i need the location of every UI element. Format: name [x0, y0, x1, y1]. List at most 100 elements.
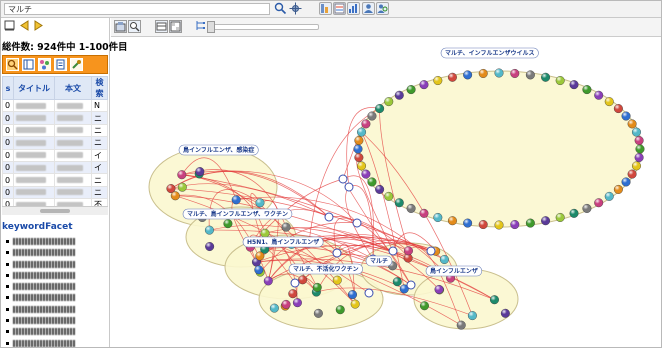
graph-node[interactable]	[406, 85, 416, 95]
back-icon[interactable]	[19, 20, 30, 31]
graph-node[interactable]	[357, 161, 367, 171]
network-graph-svg[interactable]: マルチ、インフルエンザウイルス鳥インフルエンザ、感染症マルチ、鳥インフルエンザ、…	[111, 37, 661, 347]
graph-node[interactable]	[447, 216, 457, 226]
graph-node[interactable]	[223, 219, 233, 229]
graph-node[interactable]	[354, 135, 364, 145]
column-header-body[interactable]: 本文	[54, 76, 92, 100]
graph-node[interactable]	[269, 303, 279, 313]
graph-node[interactable]	[332, 275, 342, 285]
chart-icon[interactable]	[347, 2, 360, 15]
graph-node[interactable]	[255, 251, 265, 261]
graph-node[interactable]	[434, 284, 444, 294]
facet-item[interactable]	[6, 270, 75, 281]
graph-node[interactable]	[613, 104, 623, 114]
graph-node[interactable]	[634, 135, 644, 145]
search-tool-icon[interactable]	[6, 58, 19, 71]
graph-node[interactable]	[313, 308, 323, 318]
facet-item-label[interactable]	[13, 249, 75, 257]
graph-node[interactable]	[403, 246, 413, 256]
connector-node[interactable]	[338, 174, 348, 184]
graph-node[interactable]	[541, 216, 551, 226]
graph-node[interactable]	[525, 70, 535, 80]
search-icon[interactable]	[274, 2, 287, 15]
graph-node[interactable]	[357, 127, 367, 137]
graph-node[interactable]	[439, 255, 449, 265]
graph-node[interactable]	[494, 68, 504, 78]
network-tool-icon[interactable]	[38, 58, 51, 71]
graph-node[interactable]	[621, 177, 631, 187]
connector-node[interactable]	[290, 278, 300, 288]
graph-node[interactable]	[419, 208, 429, 218]
facet-item[interactable]	[6, 236, 75, 247]
graph-node[interactable]	[478, 68, 488, 78]
connector-node[interactable]	[324, 212, 334, 222]
graph-node[interactable]	[350, 299, 360, 309]
graph-node[interactable]	[260, 228, 270, 238]
graph-node[interactable]	[604, 191, 614, 201]
graph-node[interactable]	[467, 311, 477, 321]
table-row[interactable]: 0ニ	[2, 111, 108, 125]
facet-item[interactable]	[6, 315, 75, 326]
graph-node[interactable]	[582, 85, 592, 95]
table-row[interactable]: 0ニ	[2, 173, 108, 187]
graph-node[interactable]	[621, 111, 631, 121]
graph-node[interactable]	[433, 76, 443, 86]
table-row[interactable]: 0ニ	[2, 136, 108, 150]
network-icon[interactable]	[155, 20, 168, 33]
graph-node[interactable]	[205, 242, 215, 252]
graph-node[interactable]	[604, 97, 614, 107]
graph-node[interactable]	[281, 222, 291, 232]
facet-item-label[interactable]	[13, 294, 75, 302]
connector-node[interactable]	[344, 182, 354, 192]
graph-node[interactable]	[361, 169, 371, 179]
column-header-title[interactable]: タイトル	[13, 76, 55, 100]
network-graph[interactable]: マルチ、インフルエンザウイルス 鳥インフルエンザ、感染症 マルチ、鳥インフルエンザ、…	[111, 37, 661, 347]
layout-icon[interactable]	[114, 20, 127, 33]
graph-node[interactable]	[361, 119, 371, 129]
graph-node[interactable]	[627, 169, 637, 179]
graph-node[interactable]	[463, 70, 473, 80]
graph-node[interactable]	[375, 104, 385, 114]
graph-node[interactable]	[367, 177, 377, 187]
graph-node[interactable]	[292, 298, 302, 308]
connector-node[interactable]	[406, 280, 416, 290]
facet-item[interactable]	[6, 281, 75, 292]
table-row[interactable]: 0N	[2, 98, 108, 113]
forward-icon[interactable]	[33, 20, 44, 31]
column-header-s[interactable]: s	[2, 76, 14, 100]
document-tool-icon[interactable]	[54, 58, 67, 71]
facet-item-label[interactable]	[13, 339, 75, 347]
graph-node[interactable]	[419, 80, 429, 90]
facet-item[interactable]	[6, 247, 75, 258]
graph-node[interactable]	[281, 299, 291, 309]
graph-node[interactable]	[541, 72, 551, 82]
zoom-slider-track[interactable]	[207, 24, 319, 30]
graph-node[interactable]	[433, 212, 443, 222]
graph-node[interactable]	[634, 153, 644, 163]
graph-node[interactable]	[594, 90, 604, 100]
graph-node[interactable]	[353, 144, 363, 154]
graph-node[interactable]	[298, 275, 308, 285]
table-icon[interactable]	[169, 20, 182, 33]
graph-node[interactable]	[582, 203, 592, 213]
zoom-icon[interactable]	[128, 20, 141, 33]
graph-node[interactable]	[195, 167, 205, 177]
graph-node[interactable]	[384, 191, 394, 201]
table-row[interactable]: 0ニ	[2, 123, 108, 138]
column-header-search[interactable]: 検索	[91, 76, 108, 100]
graph-node[interactable]	[406, 203, 416, 213]
facet-item-label[interactable]	[13, 260, 75, 268]
graph-node[interactable]	[555, 76, 565, 86]
facet-item-label[interactable]	[13, 283, 75, 291]
graph-node[interactable]	[288, 289, 298, 299]
facet-item[interactable]	[6, 304, 75, 315]
graph-node[interactable]	[631, 161, 641, 171]
settings-tool-icon[interactable]	[70, 58, 83, 71]
graph-node[interactable]	[394, 90, 404, 100]
graph-node[interactable]	[384, 97, 394, 107]
user-icon[interactable]	[362, 2, 375, 15]
graph-node[interactable]	[463, 218, 473, 228]
facet-item[interactable]	[6, 338, 75, 347]
graph-node[interactable]	[177, 170, 187, 180]
graph-node[interactable]	[510, 220, 520, 230]
